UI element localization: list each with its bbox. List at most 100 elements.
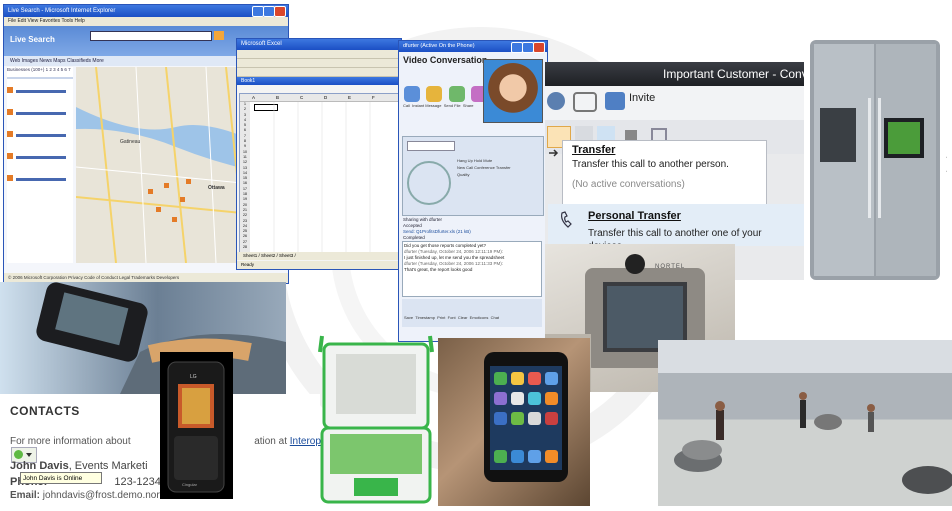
close-button[interactable] [533,42,545,53]
mute-label[interactable]: Mute [483,158,492,163]
invite-button[interactable]: Invite [629,92,655,104]
call-icon[interactable] [404,86,420,102]
communicator-window: dfurter (Active On the Phone) Video Conv… [398,40,548,342]
transfer-menu-item[interactable]: Transfer [572,144,615,156]
save-button[interactable]: Save [404,315,413,320]
excel-title: Microsoft Excel [241,41,282,47]
green-laptop-photo [314,332,438,506]
close-button[interactable] [274,6,286,17]
send-file-label: Send File [443,103,461,108]
sheet-tabs[interactable]: Sheet1 / Sheet2 / Sheet3 / [237,252,401,260]
chat-bubble-icon[interactable] [573,92,597,112]
results-sidebar: Businesses (100+) 1 2 3 4 5 6 7 [7,67,73,263]
result-link[interactable] [16,178,67,181]
map-label-ottawa: Ottawa [208,185,225,191]
transfer-description: Transfer this call to another person. [572,159,729,170]
instant-message-icon[interactable] [426,86,443,102]
new-call-label[interactable]: New Call [457,165,473,170]
excel-status: Ready [241,262,255,267]
result-link[interactable] [16,90,67,93]
iphone-photo [484,352,568,482]
ie-title-bar: Live Search - Microsoft Internet Explore… [4,5,288,17]
laptop-graphic [318,335,434,504]
contact-role: , Events Marketi [68,460,148,472]
share-label: Share [462,103,474,108]
iphone-graphic [490,366,562,470]
conversation-toolbar: Invite [545,86,805,120]
result-link[interactable] [16,156,67,159]
send-file-icon[interactable] [448,86,465,102]
virtual-office-photo [658,340,952,506]
results-pager[interactable]: Businesses (100+) 1 2 3 4 5 6 7 [7,67,73,73]
column-header[interactable]: E [348,94,372,101]
contact-video-feed [483,59,543,123]
excel-toolbar[interactable] [237,59,401,68]
invite-people-icon[interactable] [605,92,625,110]
sheet-tab-labels[interactable]: Sheet1 / Sheet2 / Sheet3 / [243,253,296,258]
column-header[interactable]: C [300,94,324,101]
transfer-arrow-icon [548,146,560,158]
timestamp-button[interactable]: Timestamp [415,315,435,320]
chat-history[interactable]: Did you get those reports completed yet?… [402,241,542,297]
in-car-gps-photo [0,282,286,394]
live-search-logo: Live Search [10,35,55,44]
ie-menu-bar[interactable]: File Edit View Favorites Tools Help [4,17,288,26]
hold-label[interactable]: Hold [474,158,482,163]
workbook-title: Book1 [237,77,401,85]
gps-graphic [36,282,286,394]
search-icon[interactable] [214,31,224,40]
ie-window-title: Live Search - Microsoft Internet Explore… [8,8,116,14]
fridge-graphic [810,40,940,280]
print-button[interactable]: Print [437,315,445,320]
column-header[interactable]: A [252,94,276,101]
presence-tooltip: John Davis is Online [20,472,102,484]
contact-name-line: John Davis, Events Marketi [10,460,148,472]
conversation-title-bar: Important Customer - Conversation [545,62,805,86]
column-header[interactable]: D [324,94,348,101]
result-pin-icon [7,109,13,115]
chevron-down-icon[interactable] [26,453,32,457]
phone-number: 123-1234. [114,476,164,488]
emoticons-button[interactable]: Emoticons [470,315,489,320]
excel-menu-bar[interactable] [237,50,401,59]
call-controls-panel: Hang Up Hold Mute New Call Conference Tr… [402,136,544,216]
row-headers[interactable]: 1234 5678 9 10 11 12 13 14 15 16 17 18 19 20 21 22… [240,102,250,252]
spreadsheet-grid[interactable]: A B C D E F 1234 5678 9 10 11 12 13 14 15 16 1… [239,93,399,255]
excel-formatting-toolbar[interactable] [237,68,401,77]
map-label-gatineau: Gatineau [120,139,141,145]
conversation-title: Important Customer - Conversation [663,67,805,81]
lg-brand-label: LG [190,374,197,380]
virtual-office-graphic [674,392,952,494]
chat-line: That's great, the report looks good [404,267,473,272]
result-pin-icon [7,153,13,159]
action-labels: Call Instant Message Send File Share [403,103,474,108]
result-link[interactable] [16,112,67,115]
ie-menu-items[interactable]: File Edit View Favorites Tools Help [8,18,85,24]
info-text-2: ation at [254,436,287,447]
font-button[interactable]: Font [448,315,456,320]
column-header[interactable]: B [276,94,300,101]
dial-field[interactable] [407,141,455,151]
no-active-conversations: (No active conversations) [572,179,685,190]
conference-label[interactable]: Conference [474,165,495,170]
chat-button[interactable]: Chat [491,315,499,320]
hang-up-label[interactable]: Hang Up [457,158,473,163]
transfer-label[interactable]: Transfer [496,165,511,170]
result-pin-icon [7,87,13,93]
clear-button[interactable]: Clear [458,315,468,320]
quality-label[interactable]: Quality [457,172,469,177]
search-input[interactable] [90,31,212,41]
excel-window: Microsoft Excel Book1 A B C D E F 1234 5… [236,38,402,270]
info-text: For more information about [10,436,131,447]
volume-dial[interactable] [407,161,451,205]
personal-transfer-menu-item[interactable]: Personal Transfer [588,210,681,222]
carrier-label: Cingular [182,482,197,487]
result-link[interactable] [16,134,67,137]
ie-status-text: © 2006 Microsoft Corporation Privacy Cod… [8,275,180,280]
communicator-title: dfurter (Active On the Phone) [403,43,475,49]
webcam-icon[interactable] [547,92,565,110]
column-header[interactable]: F [372,94,396,101]
excel-title-bar: Microsoft Excel [237,39,401,50]
ie-tab-labels[interactable]: Web Images News Maps Classifieds More [10,58,104,64]
result-pin-icon [7,131,13,137]
